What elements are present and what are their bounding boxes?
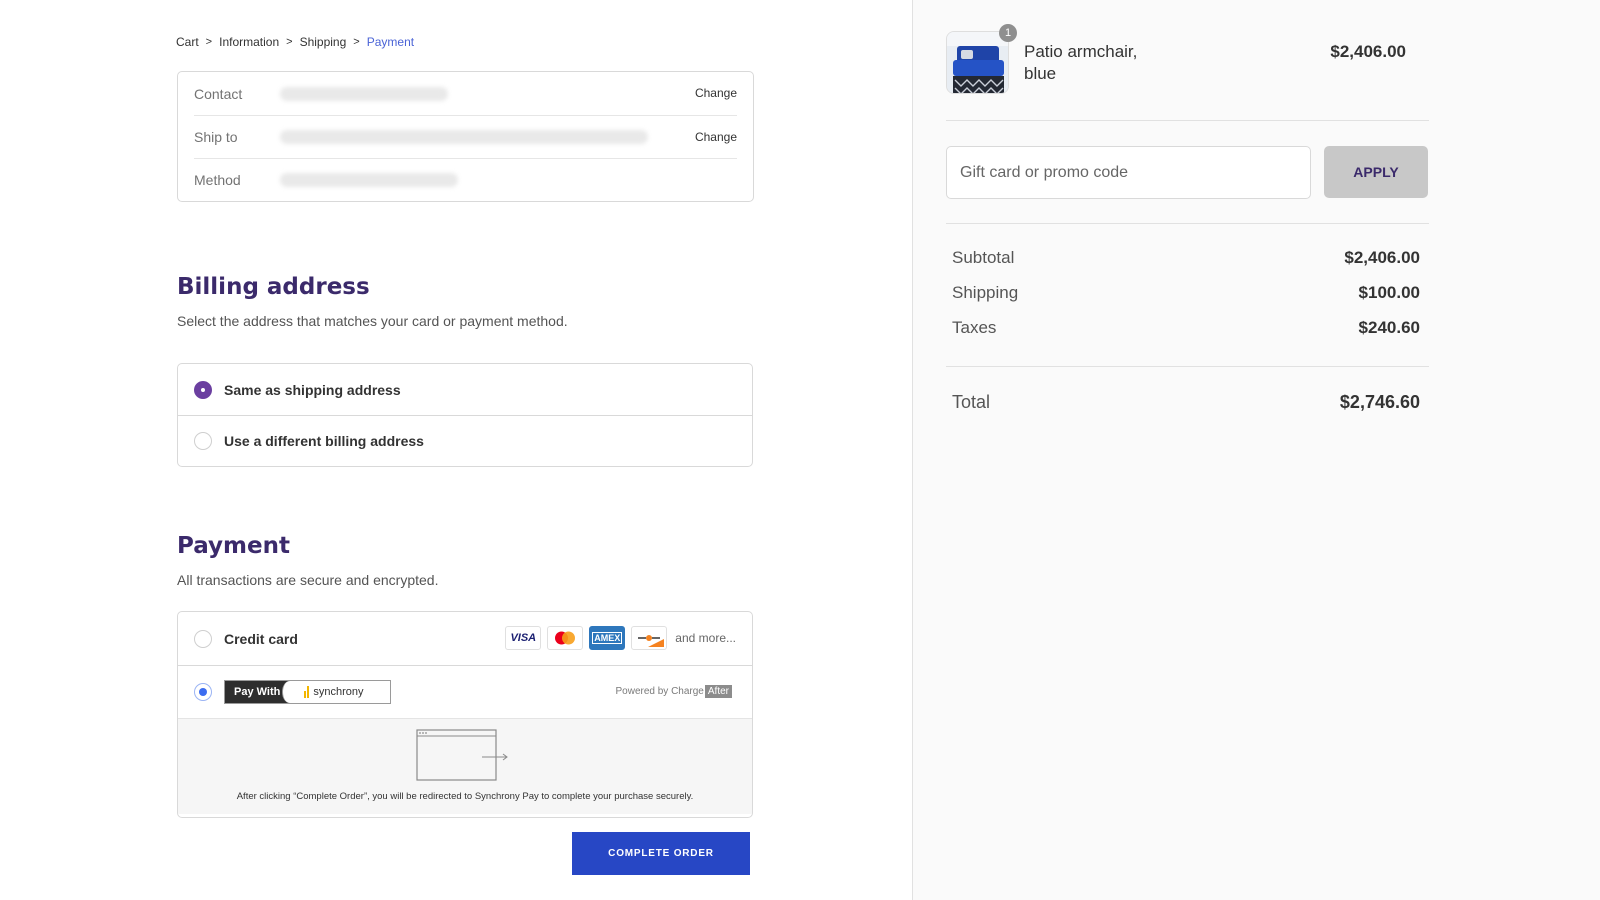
contact-value-redacted [280, 86, 448, 101]
taxes-row: Taxes $240.60 [952, 318, 1420, 338]
powered-by-text: Powered by Charge [615, 686, 704, 697]
shipping-label: Shipping [952, 283, 1019, 302]
subtotal-value: $2,406.00 [1344, 248, 1420, 267]
product-thumbnail [946, 31, 1009, 94]
radio-selected[interactable] [194, 683, 212, 701]
mastercard-icon [547, 626, 584, 650]
payment-subtitle: All transactions are secure and encrypte… [177, 572, 439, 588]
summary-divider [946, 120, 1429, 121]
taxes-label: Taxes [952, 318, 997, 337]
review-row-method: Method [194, 158, 737, 201]
total-value: $2,746.60 [1339, 392, 1420, 412]
billing-option-same[interactable]: Same as shipping address [178, 364, 752, 415]
summary-divider [946, 366, 1429, 367]
redirect-info-panel: After clicking “Complete Order”, you wil… [178, 718, 752, 814]
total-row: Total $2,746.60 [952, 392, 1420, 413]
order-review-box: Contact Change Ship to Change Method [177, 71, 754, 202]
billing-option-different-label: Use a different billing address [224, 433, 424, 449]
billing-option-same-label: Same as shipping address [224, 381, 401, 398]
billing-options: Same as shipping address Use a different… [177, 363, 753, 467]
discover-icon [631, 626, 668, 650]
billing-address-subtitle: Select the address that matches your car… [177, 313, 568, 329]
ship-to-label: Ship to [194, 129, 238, 145]
chargeafter-after-badge: After [704, 685, 732, 698]
browser-redirect-icon [416, 729, 508, 781]
breadcrumb-shipping[interactable]: Shipping [300, 35, 347, 49]
breadcrumb-payment: Payment [366, 35, 415, 49]
contact-label: Contact [194, 85, 243, 102]
quantity-badge: 1 [999, 24, 1017, 42]
breadcrumb: Cart > Information > Shipping > Payment [176, 35, 414, 49]
complete-order-button[interactable]: COMPLETE ORDER [572, 832, 750, 875]
payment-options: Credit card VISA AMEX and more... Pay Wi… [177, 611, 753, 818]
synchrony-logo: synchrony [290, 681, 390, 703]
method-value-redacted [280, 173, 458, 187]
method-label: Method [194, 172, 241, 188]
discover-icon-graphic [638, 635, 665, 647]
synchrony-label: synchrony [313, 686, 364, 698]
checkout-main: Cart > Information > Shipping > Payment … [0, 0, 912, 900]
radio-selected[interactable] [194, 380, 212, 399]
summary-divider [946, 223, 1429, 224]
review-row-contact: Contact Change [194, 72, 737, 115]
order-summary-sidebar: 1 Patio armchair, blue $2,406.00 APPLY S… [912, 0, 1600, 900]
pay-with-label: Pay With [225, 681, 298, 703]
radio-unselected[interactable] [194, 629, 212, 648]
amex-icon-text: AMEX [592, 632, 623, 644]
breadcrumb-information[interactable]: Information [219, 35, 279, 49]
shipping-value: $100.00 [1358, 283, 1420, 302]
amex-icon: AMEX [589, 626, 626, 650]
payment-option-credit-card[interactable]: Credit card VISA AMEX and more... [178, 612, 752, 665]
synchrony-bars-icon [304, 686, 310, 698]
credit-card-label: Credit card [224, 630, 298, 647]
mastercard-icon-graphic [555, 631, 576, 645]
and-more-text: and more... [675, 631, 736, 645]
subtotal-label: Subtotal [952, 248, 1015, 267]
payment-title: Payment [177, 533, 290, 559]
billing-address-title: Billing address [177, 274, 370, 300]
radio-unselected[interactable] [194, 432, 212, 450]
billing-option-different[interactable]: Use a different billing address [178, 415, 752, 466]
change-contact-link[interactable]: Change [695, 86, 737, 100]
visa-icon: VISA [505, 626, 542, 650]
breadcrumb-separator: > [205, 36, 213, 48]
product-name: Patio armchair, blue [1024, 42, 1138, 83]
breadcrumb-separator: > [353, 36, 360, 48]
breadcrumb-separator: > [286, 36, 293, 48]
shipping-row: Shipping $100.00 [952, 283, 1420, 303]
product-price: $2,406.00 [1330, 42, 1406, 61]
breadcrumb-cart[interactable]: Cart [176, 35, 199, 49]
review-row-ship-to: Ship to Change [194, 115, 737, 158]
taxes-value: $240.60 [1358, 318, 1420, 337]
subtotal-row: Subtotal $2,406.00 [952, 248, 1420, 268]
ship-to-value-redacted [280, 130, 648, 144]
change-ship-to-link[interactable]: Change [695, 130, 737, 144]
powered-by-chargeafter: Powered by Charge After [615, 685, 732, 698]
apply-promo-button[interactable]: APPLY [1324, 146, 1428, 198]
card-brand-icons: VISA AMEX and more... [499, 626, 736, 650]
pay-with-synchrony-badge: Pay With synchrony [224, 680, 392, 704]
visa-icon-text: VISA [510, 632, 537, 644]
redirect-info-text: After clicking “Complete Order”, you wil… [236, 791, 694, 802]
total-label: Total [952, 392, 991, 412]
armchair-image [947, 32, 1008, 93]
promo-code-input[interactable] [946, 146, 1311, 199]
payment-option-synchrony[interactable]: Pay With synchrony Powered by Charge Aft… [178, 665, 752, 718]
